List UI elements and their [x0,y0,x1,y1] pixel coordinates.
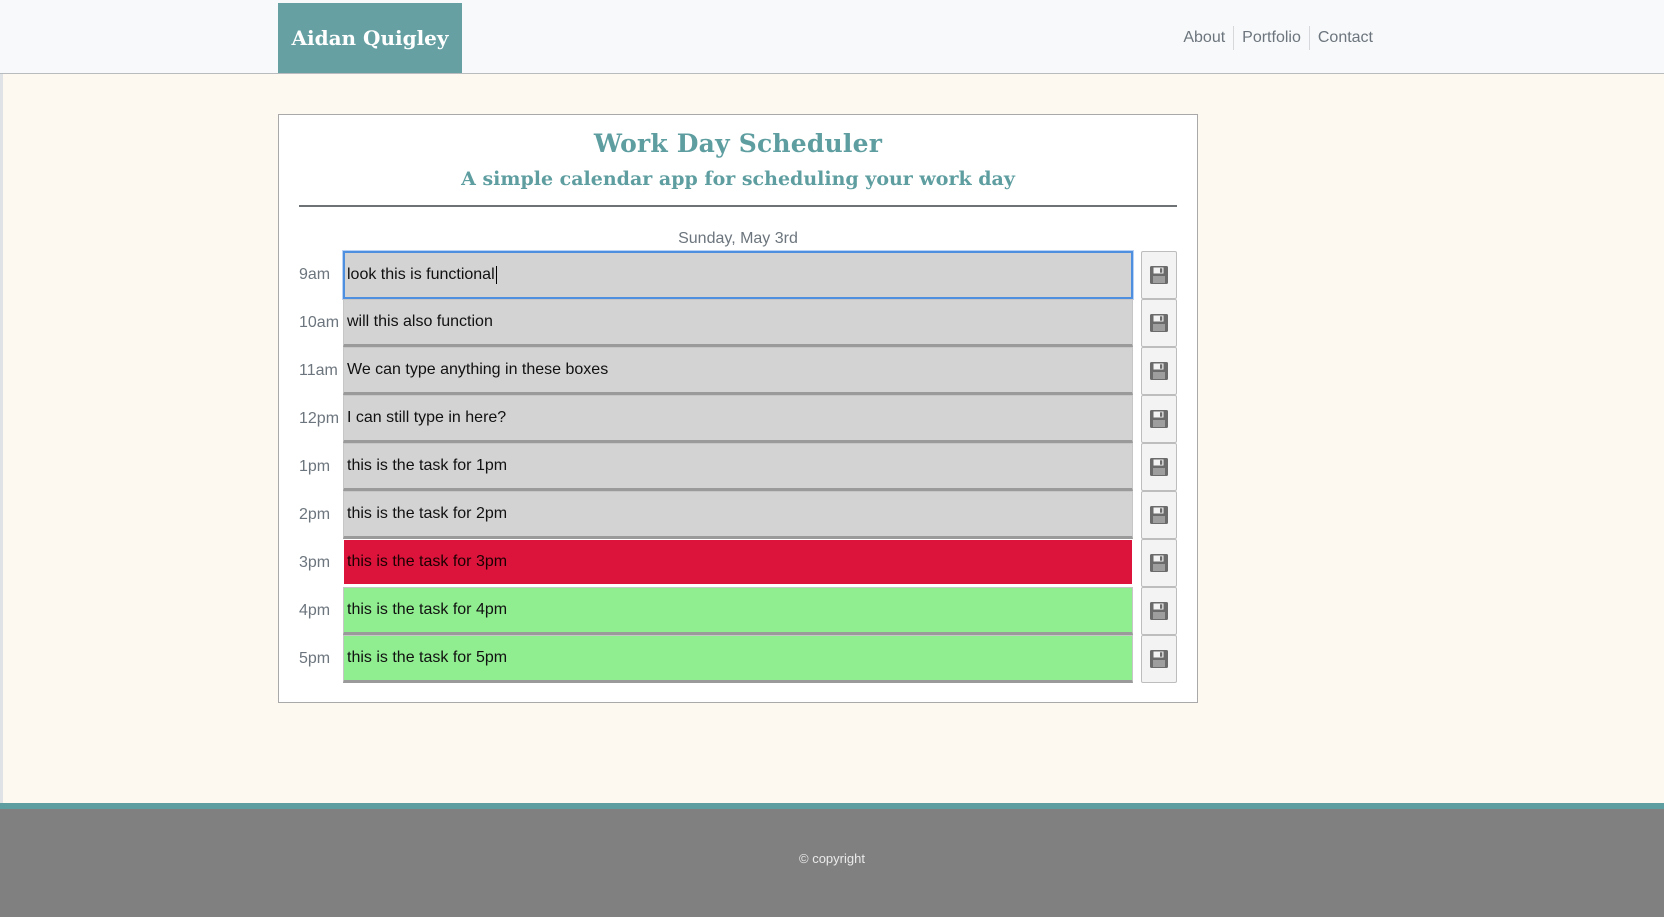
save-button[interactable] [1141,395,1177,443]
time-block-row: 1pm this is the task for 1pm [299,443,1177,491]
floppy-disk-icon [1149,601,1169,621]
text-cursor [495,266,497,284]
task-input[interactable]: I can still type in here? [343,395,1133,443]
floppy-disk-icon [1149,505,1169,525]
task-text: this is the task for 2pm [347,505,508,522]
task-input[interactable]: this is the task for 1pm [343,443,1133,491]
hour-label: 2pm [299,506,331,523]
time-block-row: 2pm this is the task for 2pm [299,491,1177,539]
save-button[interactable] [1141,635,1177,683]
save-button[interactable] [1141,491,1177,539]
nav-link-about[interactable]: About [1175,24,1233,52]
task-text: this is the task for 3pm [347,553,508,570]
floppy-disk-icon [1149,553,1169,573]
time-block-row: 4pm this is the task for 4pm [299,587,1177,635]
floppy-disk-icon [1149,361,1169,381]
save-button[interactable] [1141,443,1177,491]
floppy-disk-icon [1149,313,1169,333]
hour-label: 4pm [299,602,331,619]
hour-label: 9am [299,266,331,283]
time-block-row: 5pm this is the task for 5pm [299,635,1177,683]
save-button[interactable] [1141,299,1177,347]
task-input[interactable]: this is the task for 4pm [343,587,1133,635]
hour-label: 10am [299,314,340,331]
hour-label: 1pm [299,458,331,475]
hour-label: 3pm [299,554,331,571]
task-text: this is the task for 4pm [347,601,508,618]
floppy-disk-icon [1149,409,1169,429]
nav-link-portfolio[interactable]: Portfolio [1234,24,1309,52]
time-block-row: 9am look this is functional [299,251,1177,299]
page-title: Work Day Scheduler [593,129,883,158]
save-button[interactable] [1141,347,1177,395]
hour-label: 12pm [299,410,340,427]
time-block-row: 10am will this also function [299,299,1177,347]
floppy-disk-icon [1149,457,1169,477]
page-subtitle: A simple calendar app for scheduling you… [461,168,1015,190]
time-block-row: 11am We can type anything in these boxes [299,347,1177,395]
save-button[interactable] [1141,251,1177,299]
time-block-row: 3pm this is the task for 3pm [299,539,1177,587]
task-input[interactable]: We can type anything in these boxes [343,347,1133,395]
scheduler-card: Work Day Scheduler A simple calendar app… [278,114,1198,703]
navbar: Aidan Quigley About Portfolio Contact [0,0,1664,74]
brand-link[interactable]: Aidan Quigley [278,3,462,73]
task-input[interactable]: this is the task for 3pm [343,539,1133,587]
time-block-row: 12pm I can still type in here? [299,395,1177,443]
copyright-text: © copyright [799,851,865,866]
current-day: Sunday, May 3rd [678,230,798,247]
hour-label: 5pm [299,650,331,667]
task-text: look this is functional [347,266,495,283]
task-input[interactable]: look this is functional [343,251,1133,299]
floppy-disk-icon [1149,265,1169,285]
save-button[interactable] [1141,539,1177,587]
nav-links: About Portfolio Contact [1175,24,1381,52]
footer: © copyright [0,803,1664,917]
task-text: We can type anything in these boxes [347,361,609,378]
task-input[interactable]: this is the task for 2pm [343,491,1133,539]
task-text: I can still type in here? [347,409,507,426]
task-text: will this also function [347,313,493,330]
task-text: this is the task for 5pm [347,649,508,666]
save-button[interactable] [1141,587,1177,635]
header-divider [299,205,1177,207]
floppy-disk-icon [1149,649,1169,669]
task-input[interactable]: this is the task for 5pm [343,635,1133,683]
hour-label: 11am [299,362,338,379]
task-text: this is the task for 1pm [347,457,508,474]
nav-link-contact[interactable]: Contact [1310,24,1381,52]
time-block-list: 9am look this is functional 10am will this … [299,251,1177,683]
task-input[interactable]: will this also function [343,299,1133,347]
